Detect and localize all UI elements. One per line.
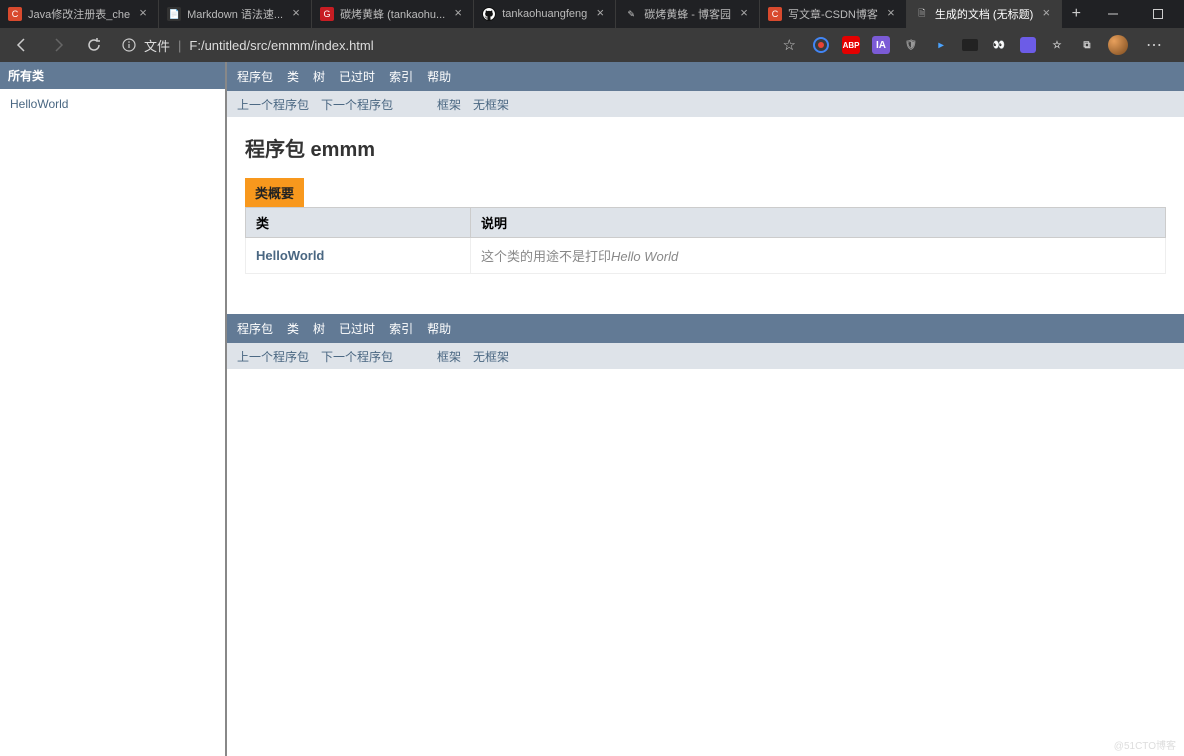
sidebar-class-link[interactable]: HelloWorld xyxy=(10,97,215,111)
nav-index[interactable]: 索引 xyxy=(389,68,413,85)
close-icon[interactable]: × xyxy=(451,7,465,21)
frames-link[interactable]: 框架 xyxy=(437,96,461,113)
extension-icons: ABP IA 🛡 ▸ 👀 ☆ ⧉ ⋯ xyxy=(804,35,1176,55)
sidebar-header: 所有类 xyxy=(0,62,225,89)
extension-icon[interactable] xyxy=(812,36,830,54)
nav-package[interactable]: 程序包 xyxy=(237,320,273,337)
tab-strip: C Java修改注册表_che × 📄 Markdown 语法速... × G … xyxy=(0,0,1090,28)
tab-title: 碳烤黄蜂 (tankaohu... xyxy=(340,6,445,22)
class-description: 这个类的用途不是打印Hello World xyxy=(481,249,678,264)
refresh-button[interactable] xyxy=(80,31,108,59)
prev-package-link[interactable]: 上一个程序包 xyxy=(237,96,309,113)
github-icon xyxy=(482,7,496,21)
bottom-subnav: 上一个程序包 下一个程序包 框架 无框架 xyxy=(227,343,1184,369)
nav-help[interactable]: 帮助 xyxy=(427,320,451,337)
main-frame: 程序包 类 树 已过时 索引 帮助 上一个程序包 下一个程序包 框架 无框架 程… xyxy=(227,62,1184,756)
browser-tab[interactable]: C Java修改注册表_che × xyxy=(0,0,159,28)
prev-package-link[interactable]: 上一个程序包 xyxy=(237,348,309,365)
tab-favicon: ✎ xyxy=(624,7,638,21)
class-summary-section: 类概要 类 说明 HelloWorld 这个类的用途不是打印Hello Worl… xyxy=(227,178,1184,294)
browser-tab[interactable]: C 写文章-CSDN博客 × xyxy=(760,0,907,28)
tab-favicon: G xyxy=(320,7,334,21)
next-package-link[interactable]: 下一个程序包 xyxy=(321,96,393,113)
browser-tab-active[interactable]: 🗎 生成的文档 (无标题) × xyxy=(907,0,1062,28)
nav-package[interactable]: 程序包 xyxy=(237,68,273,85)
nav-class[interactable]: 类 xyxy=(287,320,299,337)
close-icon[interactable]: × xyxy=(593,7,607,21)
nav-help[interactable]: 帮助 xyxy=(427,68,451,85)
file-icon: 🗎 xyxy=(915,7,929,21)
new-tab-button[interactable]: + xyxy=(1062,0,1090,28)
browser-titlebar: C Java修改注册表_che × 📄 Markdown 语法速... × G … xyxy=(0,0,1184,28)
nav-deprecated[interactable]: 已过时 xyxy=(339,320,375,337)
close-icon[interactable]: × xyxy=(737,7,751,21)
maximize-button[interactable] xyxy=(1135,0,1180,28)
tab-title: Markdown 语法速... xyxy=(187,6,283,22)
back-button[interactable] xyxy=(8,31,36,59)
page-title: 程序包 emmm xyxy=(227,117,1184,178)
page-content: 所有类 HelloWorld 程序包 类 树 已过时 索引 帮助 上一个程序包 … xyxy=(0,62,1184,756)
browser-tab[interactable]: tankaohuangfeng × xyxy=(474,0,616,28)
frames-link[interactable]: 框架 xyxy=(437,348,461,365)
window-close-button[interactable] xyxy=(1180,0,1184,28)
sidebar: 所有类 HelloWorld xyxy=(0,62,227,756)
close-icon[interactable]: × xyxy=(289,7,303,21)
extension-icon[interactable] xyxy=(1020,37,1036,53)
url-scheme-label: 文件 xyxy=(144,36,170,55)
forward-button[interactable] xyxy=(44,31,72,59)
tab-favicon: 📄 xyxy=(167,7,181,21)
tab-title: Java修改注册表_che xyxy=(28,6,130,22)
nav-tree[interactable]: 树 xyxy=(313,320,325,337)
browser-tab[interactable]: 📄 Markdown 语法速... × xyxy=(159,0,312,28)
class-summary-table: 类 说明 HelloWorld 这个类的用途不是打印Hello World xyxy=(245,207,1166,274)
window-controls xyxy=(1090,0,1184,28)
site-info-icon[interactable] xyxy=(122,38,136,52)
extension-icon[interactable]: ▸ xyxy=(932,36,950,54)
table-caption: 类概要 xyxy=(245,178,304,207)
tab-title: 写文章-CSDN博客 xyxy=(788,6,878,22)
top-navbar: 程序包 类 树 已过时 索引 帮助 xyxy=(227,62,1184,91)
bottom-navbar: 程序包 类 树 已过时 索引 帮助 xyxy=(227,314,1184,343)
favorite-icon[interactable]: ☆ xyxy=(783,36,796,54)
noframes-link[interactable]: 无框架 xyxy=(473,96,509,113)
url-path: F:/untitled/src/emmm/index.html xyxy=(189,38,373,53)
nav-tree[interactable]: 树 xyxy=(313,68,325,85)
close-icon[interactable]: × xyxy=(884,7,898,21)
extension-icon[interactable]: IA xyxy=(872,36,890,54)
nav-class[interactable]: 类 xyxy=(287,68,299,85)
nav-deprecated[interactable]: 已过时 xyxy=(339,68,375,85)
tab-title: 生成的文档 (无标题) xyxy=(935,6,1033,22)
noframes-link[interactable]: 无框架 xyxy=(473,348,509,365)
col-header-class: 类 xyxy=(246,208,471,238)
minimize-button[interactable] xyxy=(1090,0,1135,28)
profile-avatar[interactable] xyxy=(1108,35,1128,55)
nav-index[interactable]: 索引 xyxy=(389,320,413,337)
adblock-icon[interactable]: ABP xyxy=(842,36,860,54)
url-separator: | xyxy=(178,38,181,53)
table-row: HelloWorld 这个类的用途不是打印Hello World xyxy=(246,238,1166,274)
address-bar: 文件 | F:/untitled/src/emmm/index.html ☆ A… xyxy=(0,28,1184,62)
watermark: @51CTO博客 xyxy=(1114,737,1176,752)
extension-icon[interactable] xyxy=(962,39,978,51)
top-subnav: 上一个程序包 下一个程序包 框架 无框架 xyxy=(227,91,1184,117)
class-link[interactable]: HelloWorld xyxy=(256,248,324,263)
menu-icon[interactable]: ⋯ xyxy=(1140,35,1168,55)
favorites-icon[interactable]: ☆ xyxy=(1048,36,1066,54)
tab-title: tankaohuangfeng xyxy=(502,8,587,20)
collections-icon[interactable]: ⧉ xyxy=(1078,36,1096,54)
browser-tab[interactable]: ✎ 碳烤黄蜂 - 博客园 × xyxy=(616,0,760,28)
close-icon[interactable]: × xyxy=(136,7,150,21)
next-package-link[interactable]: 下一个程序包 xyxy=(321,348,393,365)
close-icon[interactable]: × xyxy=(1039,7,1053,21)
tab-favicon: C xyxy=(768,7,782,21)
col-header-desc: 说明 xyxy=(471,208,1166,238)
tab-favicon: C xyxy=(8,7,22,21)
tab-title: 碳烤黄蜂 - 博客园 xyxy=(644,6,731,22)
extension-icon[interactable]: 👀 xyxy=(990,36,1008,54)
shield-icon[interactable]: 🛡 xyxy=(902,36,920,54)
url-field[interactable]: 文件 | F:/untitled/src/emmm/index.html ☆ xyxy=(116,36,796,55)
browser-tab[interactable]: G 碳烤黄蜂 (tankaohu... × xyxy=(312,0,474,28)
